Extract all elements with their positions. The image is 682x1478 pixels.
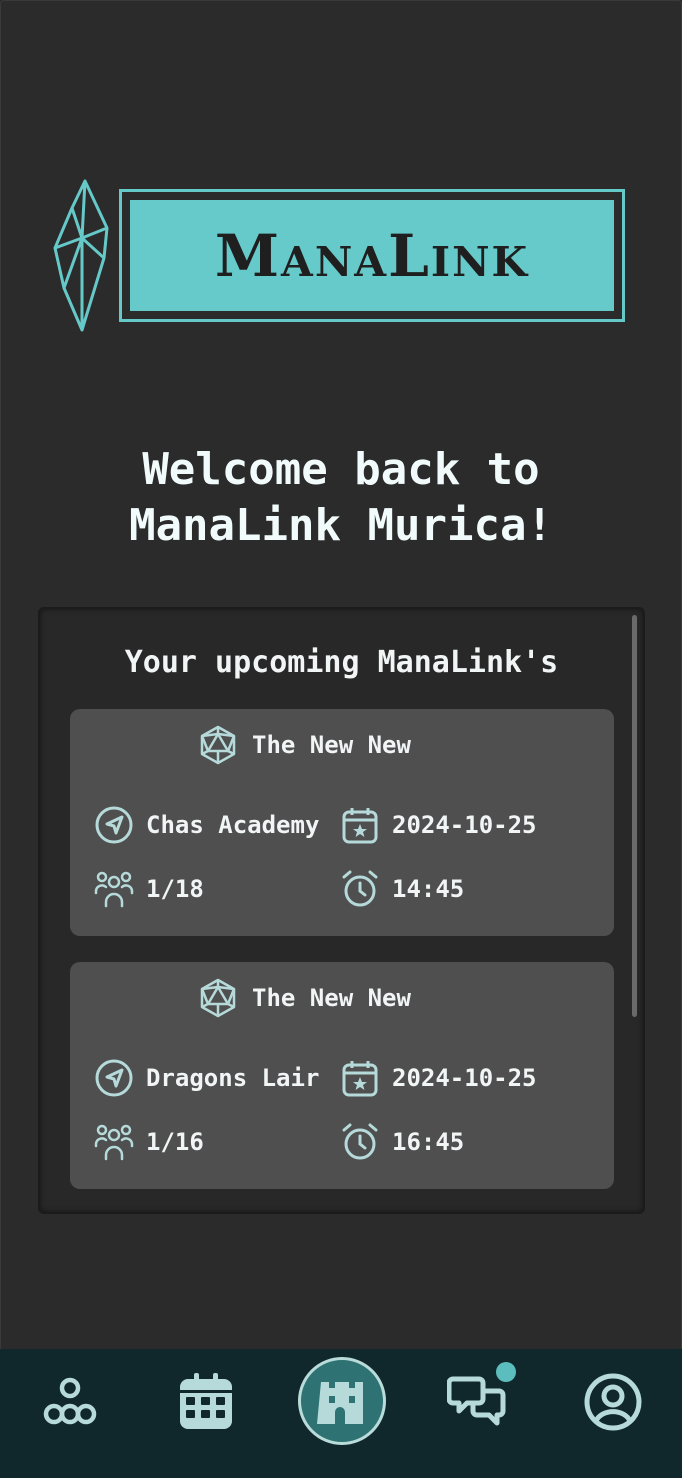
nav-profile[interactable] [553,1349,673,1455]
welcome-line-1: Welcome back to [142,444,540,495]
event-venue: Chas Academy [146,811,320,839]
event-name: The New New [252,984,411,1012]
event-time: 14:45 [392,875,465,903]
crystal-icon [53,179,109,332]
alarm-clock-icon [340,1122,380,1162]
profile-icon [584,1373,642,1431]
event-players: 1/18 [146,875,204,903]
event-date: 2024-10-25 [392,811,537,839]
location-icon [94,805,134,845]
calendar-icon [180,1373,232,1429]
logo-wordmark-frame: ManaLink [119,189,625,322]
chat-notification-badge [496,1362,516,1382]
logo-wordmark: ManaLink [214,221,530,290]
d20-icon [198,978,238,1018]
calendar-star-icon [340,805,380,845]
welcome-line-2: ManaLink Murica! [129,500,553,551]
bottom-nav [0,1349,682,1478]
alarm-clock-icon [340,869,380,909]
welcome-heading: Welcome back to ManaLink Murica! [0,442,682,554]
d20-icon [198,725,238,765]
event-card[interactable]: The New New Chas Academy 2024-10-25 1/18… [70,709,614,936]
castle-icon [317,1382,363,1424]
manalink-logo: ManaLink [52,178,627,334]
event-name: The New New [252,731,411,759]
upcoming-title: Your upcoming ManaLink's [124,645,559,680]
event-venue: Dragons Lair [146,1064,320,1092]
nav-network[interactable] [10,1349,130,1455]
event-time: 16:45 [392,1128,465,1156]
location-icon [94,1058,134,1098]
nav-calendar[interactable] [146,1349,266,1455]
nav-home[interactable] [298,1357,386,1445]
upcoming-panel[interactable]: Your upcoming ManaLink's The New New Cha… [38,607,645,1214]
event-card[interactable]: The New New Dragons Lair 2024-10-25 1/16… [70,962,614,1189]
nav-chat[interactable] [418,1349,538,1455]
event-players: 1/16 [146,1128,204,1156]
event-date: 2024-10-25 [392,1064,537,1092]
network-icon [43,1377,97,1425]
calendar-star-icon [340,1058,380,1098]
players-icon [94,869,134,909]
players-icon [94,1122,134,1162]
